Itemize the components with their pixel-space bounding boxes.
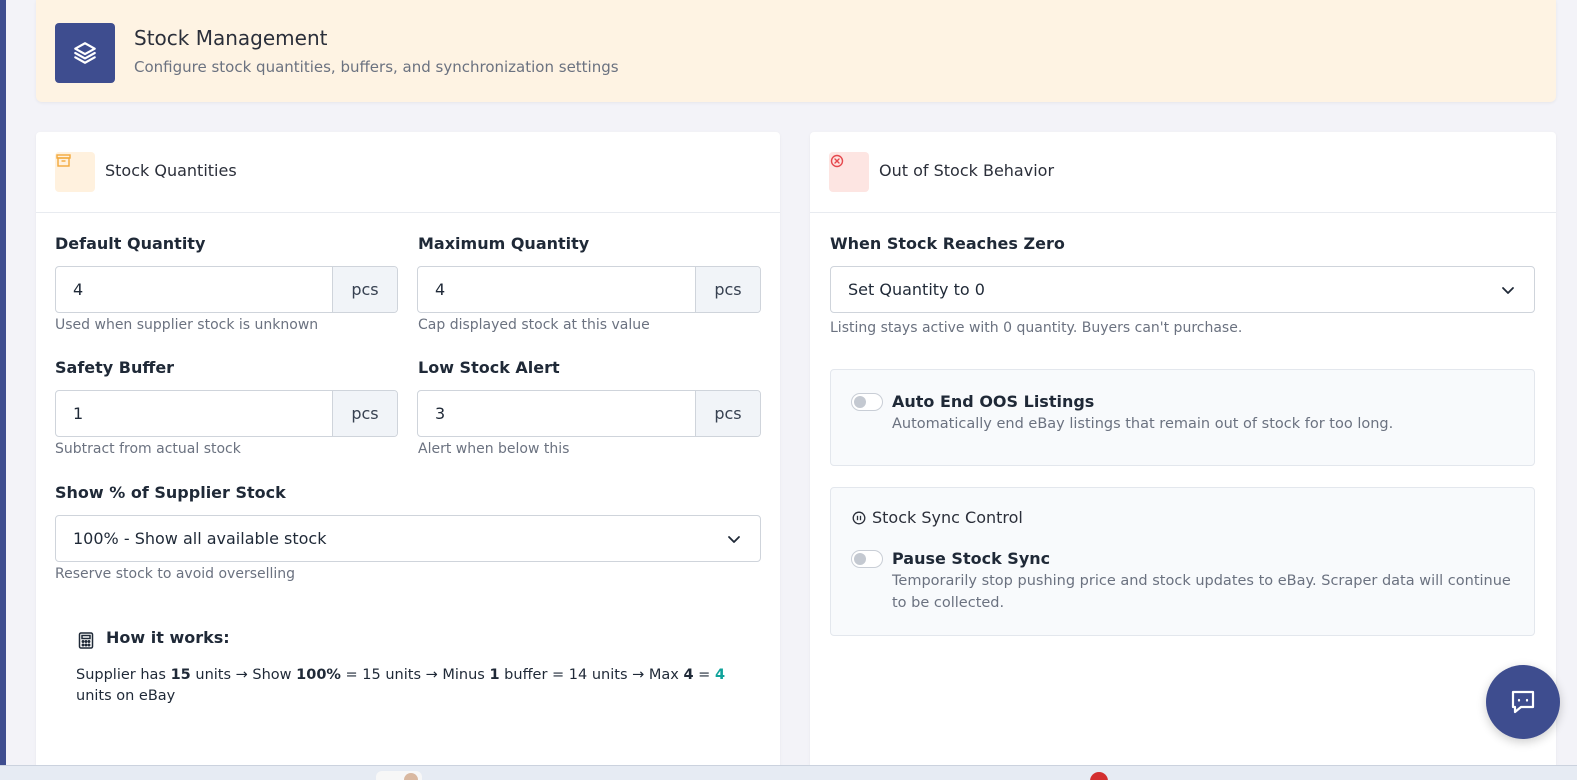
result-units: 4	[714, 667, 726, 683]
how-it-works-formula: Supplier has 15 units → Show 100% = 15 u…	[76, 667, 726, 704]
auto-end-panel: Auto End OOS Listings Automatically end …	[830, 369, 1535, 466]
zero-stock-label: When Stock Reaches Zero	[830, 234, 1065, 253]
auto-end-title: Auto End OOS Listings	[892, 392, 1095, 411]
layers-icon	[55, 23, 115, 83]
safety-buffer-label: Safety Buffer	[55, 358, 175, 377]
maximum-quantity-help: Cap displayed stock at this value	[418, 317, 650, 333]
supplier-percent-help: Reserve stock to avoid overselling	[55, 566, 296, 582]
supplier-percent-label: Show % of Supplier Stock	[55, 483, 286, 502]
low-stock-alert-value[interactable]: 3	[418, 391, 695, 436]
low-stock-alert-label: Low Stock Alert	[418, 358, 560, 377]
pause-sync-description: Temporarily stop pushing price and stock…	[892, 573, 1511, 611]
out-of-stock-card: Out of Stock Behavior When Stock Reaches…	[810, 132, 1556, 772]
how-it-works-title: How it works:	[106, 628, 230, 647]
default-quantity-field[interactable]: 4 pcs	[55, 266, 398, 313]
stock-quantities-title: Stock Quantities	[105, 161, 237, 180]
stock-quantities-header: Stock Quantities	[36, 132, 780, 213]
auto-end-toggle[interactable]	[851, 393, 883, 411]
stock-sync-heading: Stock Sync Control	[872, 508, 1023, 527]
x-circle-icon	[829, 152, 869, 192]
zero-stock-select[interactable]: Set Quantity to 0	[830, 266, 1535, 313]
default-quantity-unit: pcs	[332, 267, 397, 312]
default-quantity-help: Used when supplier stock is unknown	[55, 317, 319, 333]
out-of-stock-title: Out of Stock Behavior	[879, 161, 1055, 180]
low-stock-alert-unit: pcs	[695, 391, 760, 436]
safety-buffer-field[interactable]: 1 pcs	[55, 390, 398, 437]
maximum-quantity-value[interactable]: 4	[418, 267, 695, 312]
safety-buffer-help: Subtract from actual stock	[55, 441, 241, 457]
stock-quantities-card: Stock Quantities Default Quantity 4 pcs …	[36, 132, 780, 772]
zero-stock-value: Set Quantity to 0	[848, 280, 985, 299]
low-stock-alert-help: Alert when below this	[418, 441, 570, 457]
safety-buffer-unit: pcs	[332, 391, 397, 436]
max-amount: 4	[683, 667, 694, 683]
default-quantity-value[interactable]: 4	[56, 267, 332, 312]
supplier-percent-value: 100% - Show all available stock	[73, 529, 327, 548]
default-quantity-label: Default Quantity	[55, 234, 206, 253]
taskbar-notification-icon[interactable]	[1090, 772, 1108, 780]
show-percent: 100%	[296, 667, 341, 683]
supplier-percent-select[interactable]: 100% - Show all available stock	[55, 515, 761, 562]
pause-circle-icon	[852, 511, 866, 525]
safety-buffer-value[interactable]: 1	[56, 391, 332, 436]
archive-icon	[55, 152, 95, 192]
left-edge-strip	[0, 0, 6, 780]
page-header: Stock Management Configure stock quantit…	[36, 0, 1556, 102]
page-title: Stock Management	[134, 26, 328, 50]
taskbar-app-icon[interactable]	[376, 771, 422, 780]
chat-button[interactable]	[1486, 665, 1560, 739]
calculator-icon	[78, 632, 94, 649]
out-of-stock-header: Out of Stock Behavior	[810, 132, 1556, 213]
maximum-quantity-unit: pcs	[695, 267, 760, 312]
pause-sync-title: Pause Stock Sync	[892, 549, 1051, 568]
maximum-quantity-label: Maximum Quantity	[418, 234, 590, 253]
low-stock-alert-field[interactable]: 3 pcs	[417, 390, 761, 437]
buffer-amount: 1	[489, 667, 500, 683]
chat-icon	[1511, 690, 1535, 714]
zero-stock-help: Listing stays active with 0 quantity. Bu…	[830, 320, 1243, 336]
pause-sync-toggle[interactable]	[851, 550, 883, 568]
chevron-down-icon	[1502, 287, 1514, 294]
stock-sync-panel: Stock Sync Control Pause Stock Sync Temp…	[830, 487, 1535, 636]
maximum-quantity-field[interactable]: 4 pcs	[417, 266, 761, 313]
chevron-down-icon	[728, 536, 740, 543]
page-subtitle: Configure stock quantities, buffers, and…	[134, 58, 619, 76]
taskbar	[0, 765, 1577, 780]
auto-end-description: Automatically end eBay listings that rem…	[892, 416, 1394, 432]
supplier-units: 15	[170, 667, 191, 683]
